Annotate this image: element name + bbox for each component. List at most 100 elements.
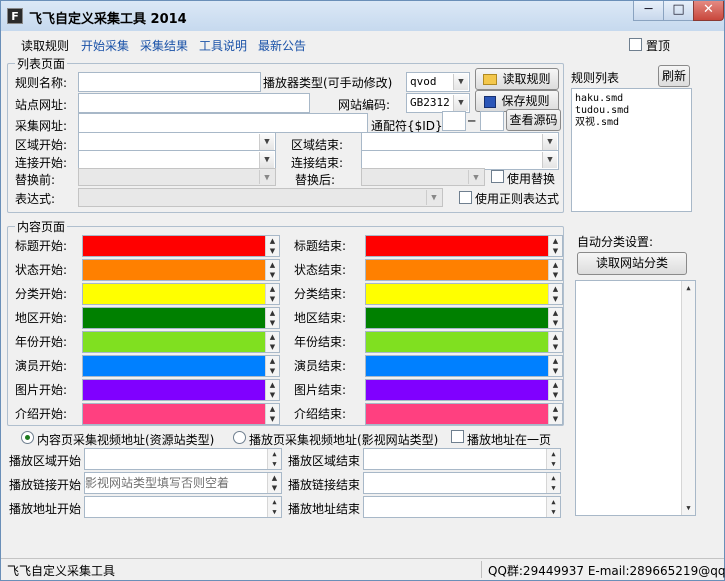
view-source-button[interactable]: 查看源码 [506,109,561,131]
scrollbar[interactable]: ▲ ▼ [265,332,279,352]
area-start-combo[interactable]: ▼ [78,132,276,152]
chevron-down-icon[interactable]: ▼ [426,190,441,205]
play-addr-end-input[interactable]: ▲ ▼ [363,496,561,518]
scroll-down-icon[interactable]: ▼ [547,483,560,493]
use-replace-checkbox[interactable] [491,170,504,183]
scroll-up-icon[interactable]: ▲ [549,404,562,414]
scroll-down-icon[interactable]: ▼ [549,246,562,256]
scroll-down-icon[interactable]: ▼ [549,270,562,280]
scroll-up-icon[interactable]: ▲ [547,449,560,459]
list-item[interactable]: haku.smd [575,93,688,105]
scroll-up-icon[interactable]: ▲ [549,260,562,270]
scrollbar[interactable]: ▲ ▼ [548,284,562,304]
regex-combo[interactable]: ▼ [78,188,443,207]
scrollbar[interactable]: ▲ ▼ [546,473,560,493]
scroll-down-icon[interactable]: ▼ [549,342,562,352]
scroll-up-icon[interactable]: ▲ [549,332,562,342]
chevron-down-icon[interactable]: ▼ [542,152,557,168]
rule-name-input[interactable] [78,72,261,92]
menu-collect-result[interactable]: 采集结果 [140,37,188,54]
scroll-down-icon[interactable]: ▼ [547,459,560,469]
content-start-input[interactable]: ▲ ▼ [82,235,280,257]
scroll-up-icon[interactable]: ▲ [268,497,281,507]
play-area-start-input[interactable]: ▲ ▼ [84,448,282,470]
scrollbar[interactable]: ▲ ▼ [548,236,562,256]
category-list-scrollbar[interactable]: ▲ ▼ [681,281,695,515]
scroll-up-icon[interactable]: ▲ [682,283,695,293]
list-item[interactable]: tudou.smd [575,105,688,117]
scroll-down-icon[interactable]: ▼ [268,507,281,517]
scrollbar[interactable]: ▲ ▼ [265,356,279,376]
content-end-input[interactable]: ▲ ▼ [365,355,563,377]
scroll-down-icon[interactable]: ▼ [266,246,279,256]
scrollbar[interactable]: ▲ ▼ [548,260,562,280]
play-area-end-input[interactable]: ▲ ▼ [363,448,561,470]
scroll-up-icon[interactable]: ▲ [549,236,562,246]
scroll-up-icon[interactable]: ▲ [266,236,279,246]
site-url-input[interactable] [78,93,310,113]
content-start-input[interactable]: ▲ ▼ [82,355,280,377]
scrollbar[interactable]: ▲ ▼ [548,332,562,352]
scroll-up-icon[interactable]: ▲ [549,308,562,318]
content-start-input[interactable]: ▲ ▼ [82,259,280,281]
category-list[interactable]: ▲ ▼ [575,280,696,516]
replace-before-combo[interactable]: ▼ [78,168,276,186]
content-end-input[interactable]: ▲ ▼ [365,235,563,257]
content-start-input[interactable]: ▲ ▼ [82,331,280,353]
scrollbar[interactable]: ▲ ▼ [267,473,281,493]
scroll-down-icon[interactable]: ▼ [266,414,279,424]
scrollbar[interactable]: ▲ ▼ [546,449,560,469]
content-start-input[interactable]: ▲ ▼ [82,283,280,305]
content-end-input[interactable]: ▲ ▼ [365,379,563,401]
scroll-down-icon[interactable]: ▼ [266,318,279,328]
read-rule-button[interactable]: 读取规则 [475,68,559,90]
content-start-input[interactable]: ▲ ▼ [82,379,280,401]
scrollbar[interactable]: ▲ ▼ [265,284,279,304]
scroll-up-icon[interactable]: ▲ [549,380,562,390]
menu-tool-help[interactable]: 工具说明 [199,37,247,54]
chevron-down-icon[interactable]: ▼ [259,152,274,168]
scroll-down-icon[interactable]: ▼ [268,459,281,469]
chevron-down-icon[interactable]: ▼ [259,170,274,184]
scroll-up-icon[interactable]: ▲ [266,332,279,342]
play-addr-start-input[interactable]: ▲ ▼ [84,496,282,518]
scrollbar[interactable]: ▲ ▼ [265,236,279,256]
scroll-down-icon[interactable]: ▼ [682,503,695,513]
play-link-end-input[interactable]: ▲ ▼ [363,472,561,494]
content-end-input[interactable]: ▲ ▼ [365,259,563,281]
refresh-button[interactable]: 刷新 [658,65,690,87]
scroll-up-icon[interactable]: ▲ [547,497,560,507]
scrollbar[interactable]: ▲ ▼ [265,308,279,328]
scroll-up-icon[interactable]: ▲ [266,284,279,294]
scroll-down-icon[interactable]: ▼ [549,318,562,328]
rules-list[interactable]: haku.smd tudou.smd 双视.smd [571,88,692,212]
scroll-up-icon[interactable]: ▲ [549,284,562,294]
scroll-down-icon[interactable]: ▼ [266,390,279,400]
content-start-input[interactable]: ▲ ▼ [82,307,280,329]
wildcard-start-input[interactable] [442,111,466,131]
scroll-up-icon[interactable]: ▲ [549,356,562,366]
scroll-up-icon[interactable]: ▲ [547,473,560,483]
scroll-up-icon[interactable]: ▲ [266,404,279,414]
chevron-down-icon[interactable]: ▼ [468,170,483,184]
link-start-combo[interactable]: ▼ [78,150,276,170]
collect-url-input[interactable] [78,113,368,133]
close-button[interactable]: ✕ [693,1,724,21]
wildcard-end-input[interactable] [480,111,504,131]
radio-play-page[interactable] [233,431,246,444]
same-page-checkbox[interactable] [451,430,464,443]
scroll-up-icon[interactable]: ▲ [266,308,279,318]
player-type-combo[interactable]: qvod ▼ [406,72,470,92]
chevron-down-icon[interactable]: ▼ [542,134,557,150]
content-end-input[interactable]: ▲ ▼ [365,307,563,329]
scroll-up-icon[interactable]: ▲ [266,356,279,366]
scroll-down-icon[interactable]: ▼ [266,294,279,304]
scrollbar[interactable]: ▲ ▼ [548,356,562,376]
scroll-up-icon[interactable]: ▲ [266,260,279,270]
scrollbar[interactable]: ▲ ▼ [548,380,562,400]
scrollbar[interactable]: ▲ ▼ [265,260,279,280]
scroll-up-icon[interactable]: ▲ [268,473,281,483]
encoding-combo[interactable]: GB2312 ▼ [406,93,470,113]
scrollbar[interactable]: ▲ ▼ [546,497,560,517]
scroll-down-icon[interactable]: ▼ [547,507,560,517]
